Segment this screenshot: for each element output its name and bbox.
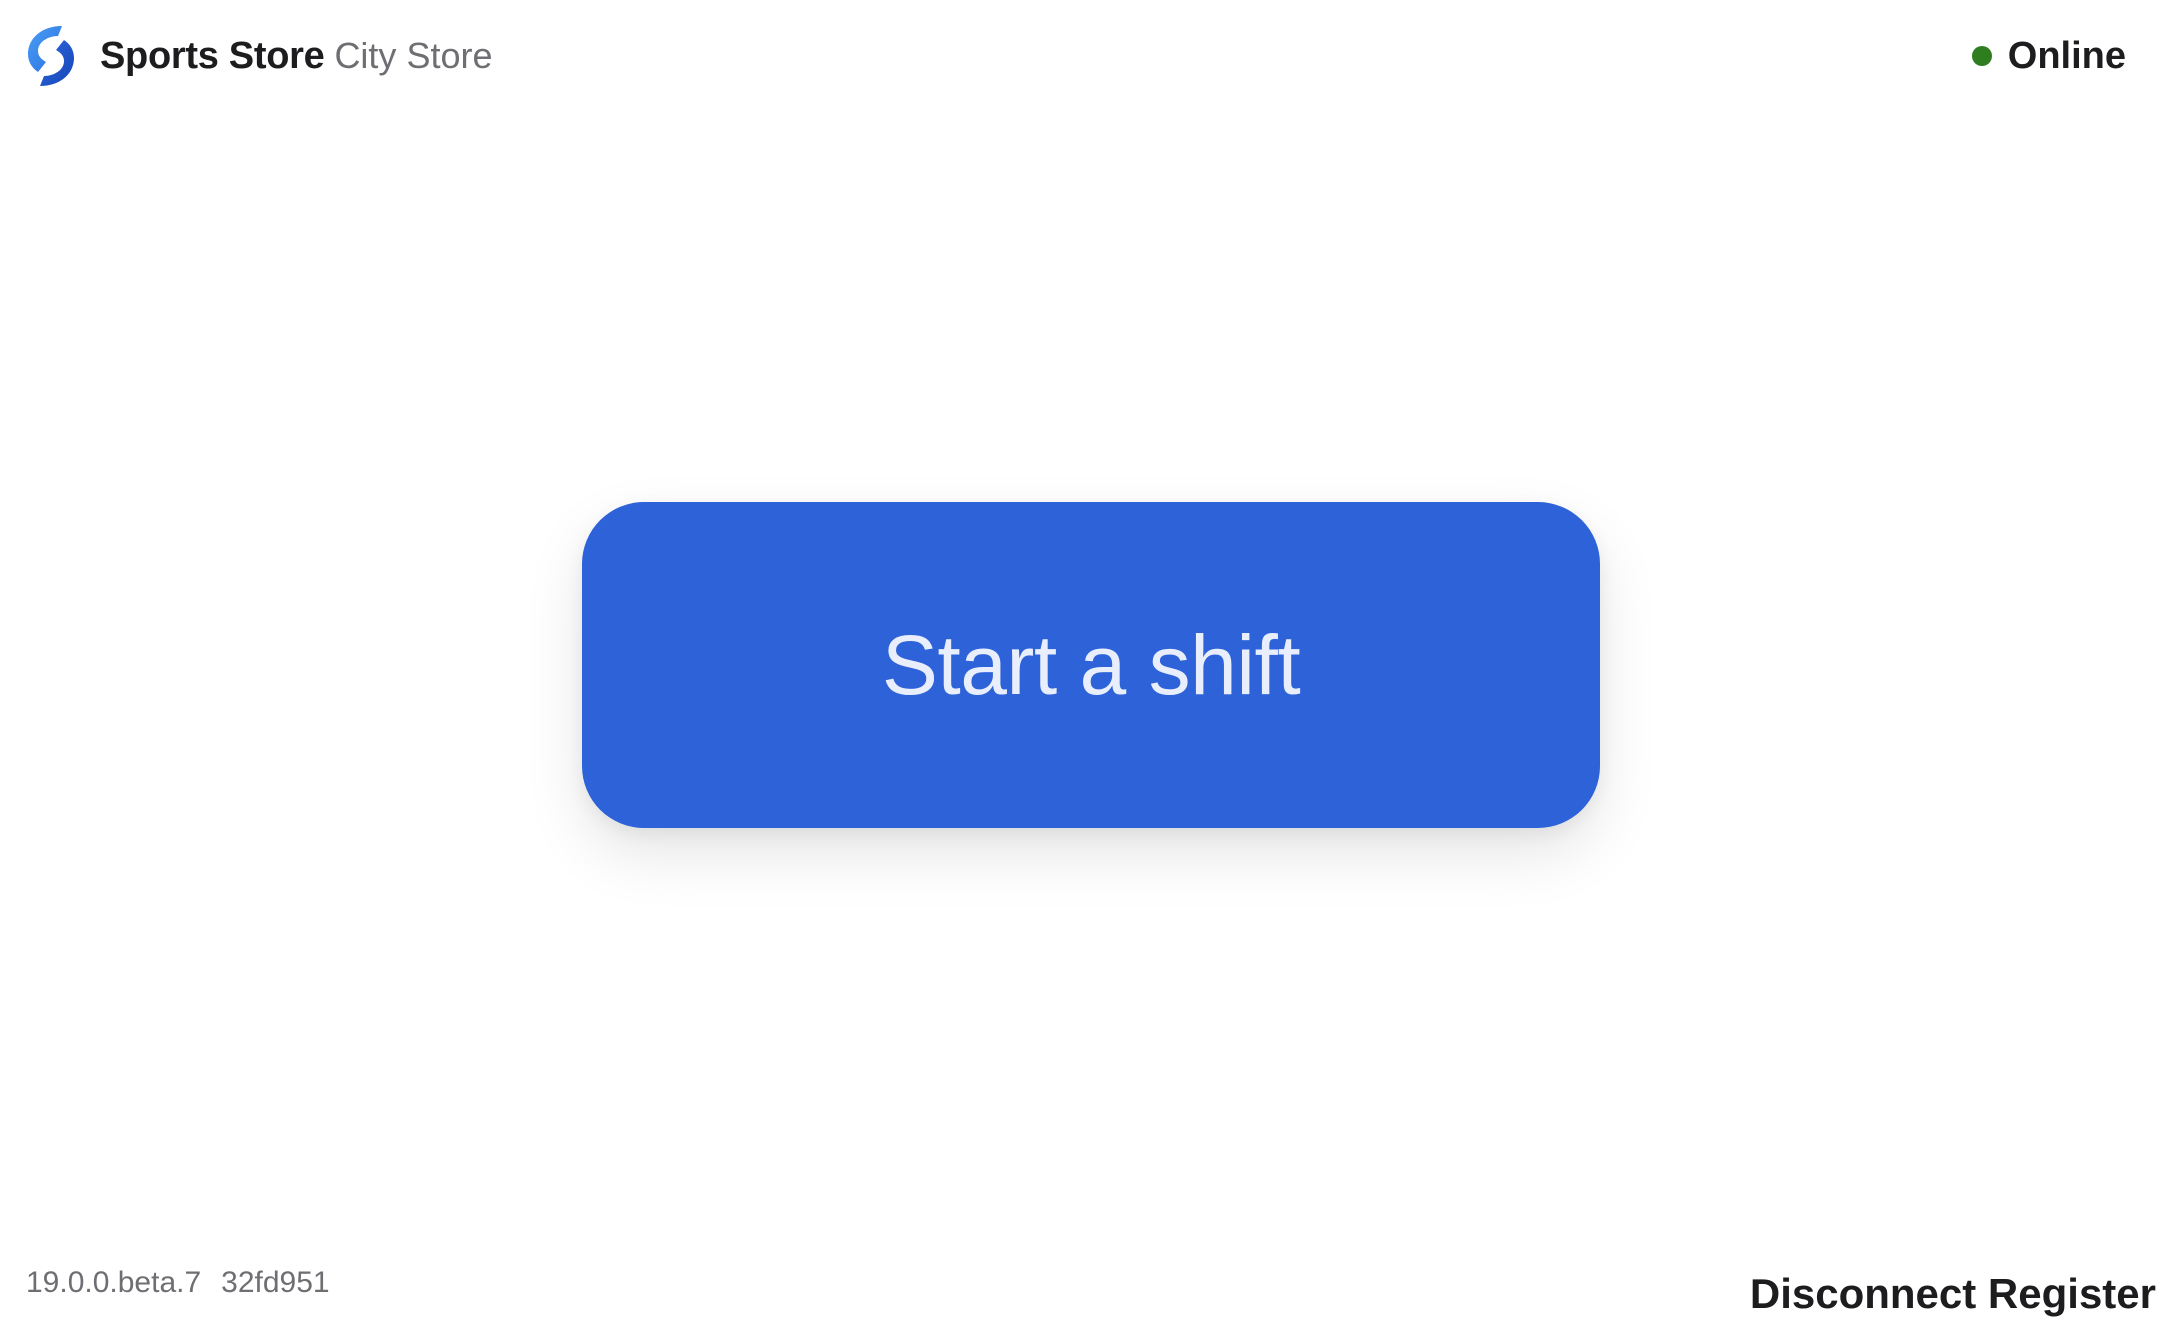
- connection-status: Online: [1971, 22, 2126, 90]
- build-hash: 32fd951: [221, 1266, 330, 1299]
- status-label: Online: [2007, 34, 2126, 77]
- version-info: 19.0.0.beta.7 32fd951: [26, 1266, 330, 1300]
- header: Sports Store City Store: [24, 22, 492, 90]
- status-dot-icon: [1971, 46, 1992, 66]
- pos-shift-screen: Sports Store City Store Online Start a s…: [0, 0, 2176, 1342]
- disconnect-register-button[interactable]: Disconnect Register: [1750, 1270, 2156, 1318]
- store-location: City Store: [334, 35, 493, 76]
- version-number: 19.0.0.beta.7: [26, 1266, 202, 1299]
- start-shift-button[interactable]: Start a shift: [582, 502, 1600, 828]
- store-name: Sports Store: [100, 34, 325, 77]
- store-logo-icon: [28, 26, 74, 86]
